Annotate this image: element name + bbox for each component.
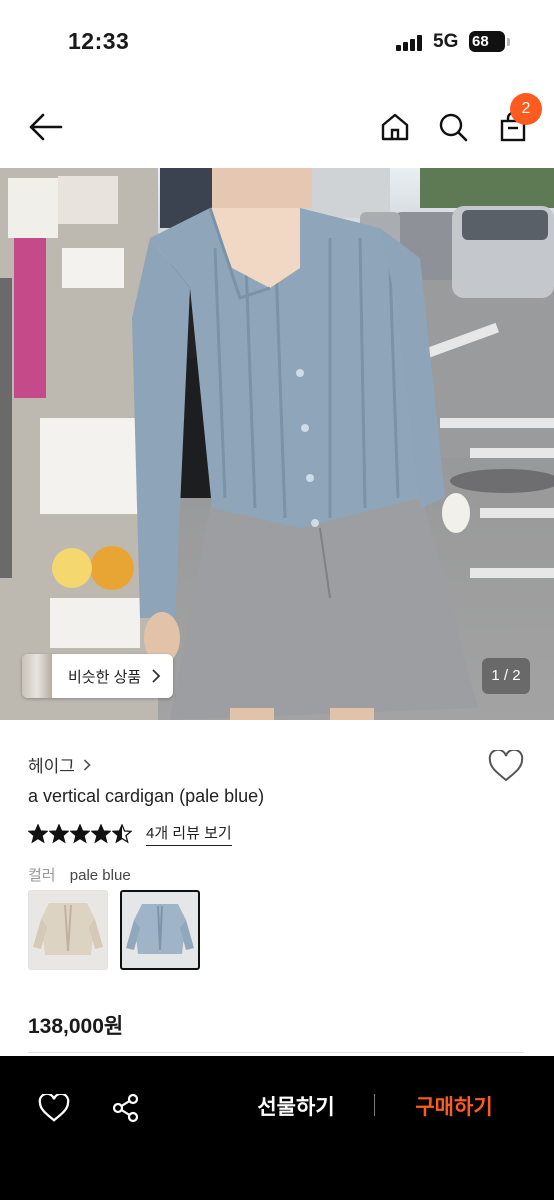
share-icon <box>112 1093 139 1123</box>
blue-cardigan-thumbnail <box>126 904 194 954</box>
star-icon <box>91 824 111 844</box>
back-button[interactable] <box>22 104 68 150</box>
star-icon <box>49 824 69 844</box>
home-icon <box>381 113 409 141</box>
divider <box>28 1052 524 1053</box>
battery-cap <box>507 38 510 46</box>
similar-products-label: 비슷한 상품 <box>68 668 142 686</box>
rating-row: 4개 리뷰 보기 <box>28 822 232 846</box>
star-rating <box>28 824 132 844</box>
status-bar: 12:33 5G 68 <box>0 0 554 84</box>
signal-icon <box>396 35 424 51</box>
similar-products-button[interactable]: 비슷한 상품 <box>22 654 174 698</box>
color-swatch-pale-blue[interactable] <box>120 890 200 970</box>
review-link[interactable]: 4개 리뷰 보기 <box>146 822 232 846</box>
product-photo <box>0 168 554 720</box>
action-divider <box>374 1094 375 1116</box>
star-icon <box>112 824 132 844</box>
arrow-left-icon <box>29 113 63 141</box>
bottom-wishlist-button[interactable] <box>32 1086 76 1130</box>
brand-link[interactable]: 헤이그 <box>28 752 91 777</box>
option-value: pale blue <box>69 867 131 884</box>
cart-count-badge: 2 <box>510 93 542 125</box>
star-icon <box>28 824 48 844</box>
color-swatch-cream[interactable] <box>28 890 108 970</box>
image-page-indicator: 1 / 2 <box>482 658 530 694</box>
heart-icon <box>488 750 524 782</box>
top-nav <box>0 90 554 162</box>
battery-level: 68 <box>472 33 489 50</box>
battery-icon: 68 <box>469 31 505 52</box>
search-button[interactable] <box>430 104 476 150</box>
home-button[interactable] <box>372 104 418 150</box>
bottom-action-bar: 선물하기 구매하기 <box>0 1056 554 1200</box>
product-title: a vertical cardigan (pale blue) <box>28 786 265 806</box>
network-label: 5G <box>433 31 459 52</box>
wishlist-button[interactable] <box>486 746 526 786</box>
chevron-right-icon <box>83 758 91 771</box>
color-option-row: 컬러 pale blue <box>28 864 131 885</box>
chevron-right-icon <box>152 669 161 683</box>
heart-icon <box>38 1094 70 1122</box>
cream-cardigan-thumbnail <box>33 903 103 955</box>
option-key: 컬러 <box>28 867 56 884</box>
share-button[interactable] <box>104 1086 148 1130</box>
brand-name: 헤이그 <box>28 757 75 776</box>
buy-button[interactable]: 구매하기 <box>388 1086 520 1130</box>
search-icon <box>439 113 468 142</box>
status-time: 12:33 <box>68 28 130 54</box>
product-image-gallery[interactable]: 비슷한 상품 1 / 2 <box>0 168 554 720</box>
product-price: 138,000원 <box>28 1015 124 1038</box>
star-icon <box>70 824 90 844</box>
gift-button[interactable]: 선물하기 <box>230 1086 362 1130</box>
similar-thumbnail <box>22 654 52 698</box>
